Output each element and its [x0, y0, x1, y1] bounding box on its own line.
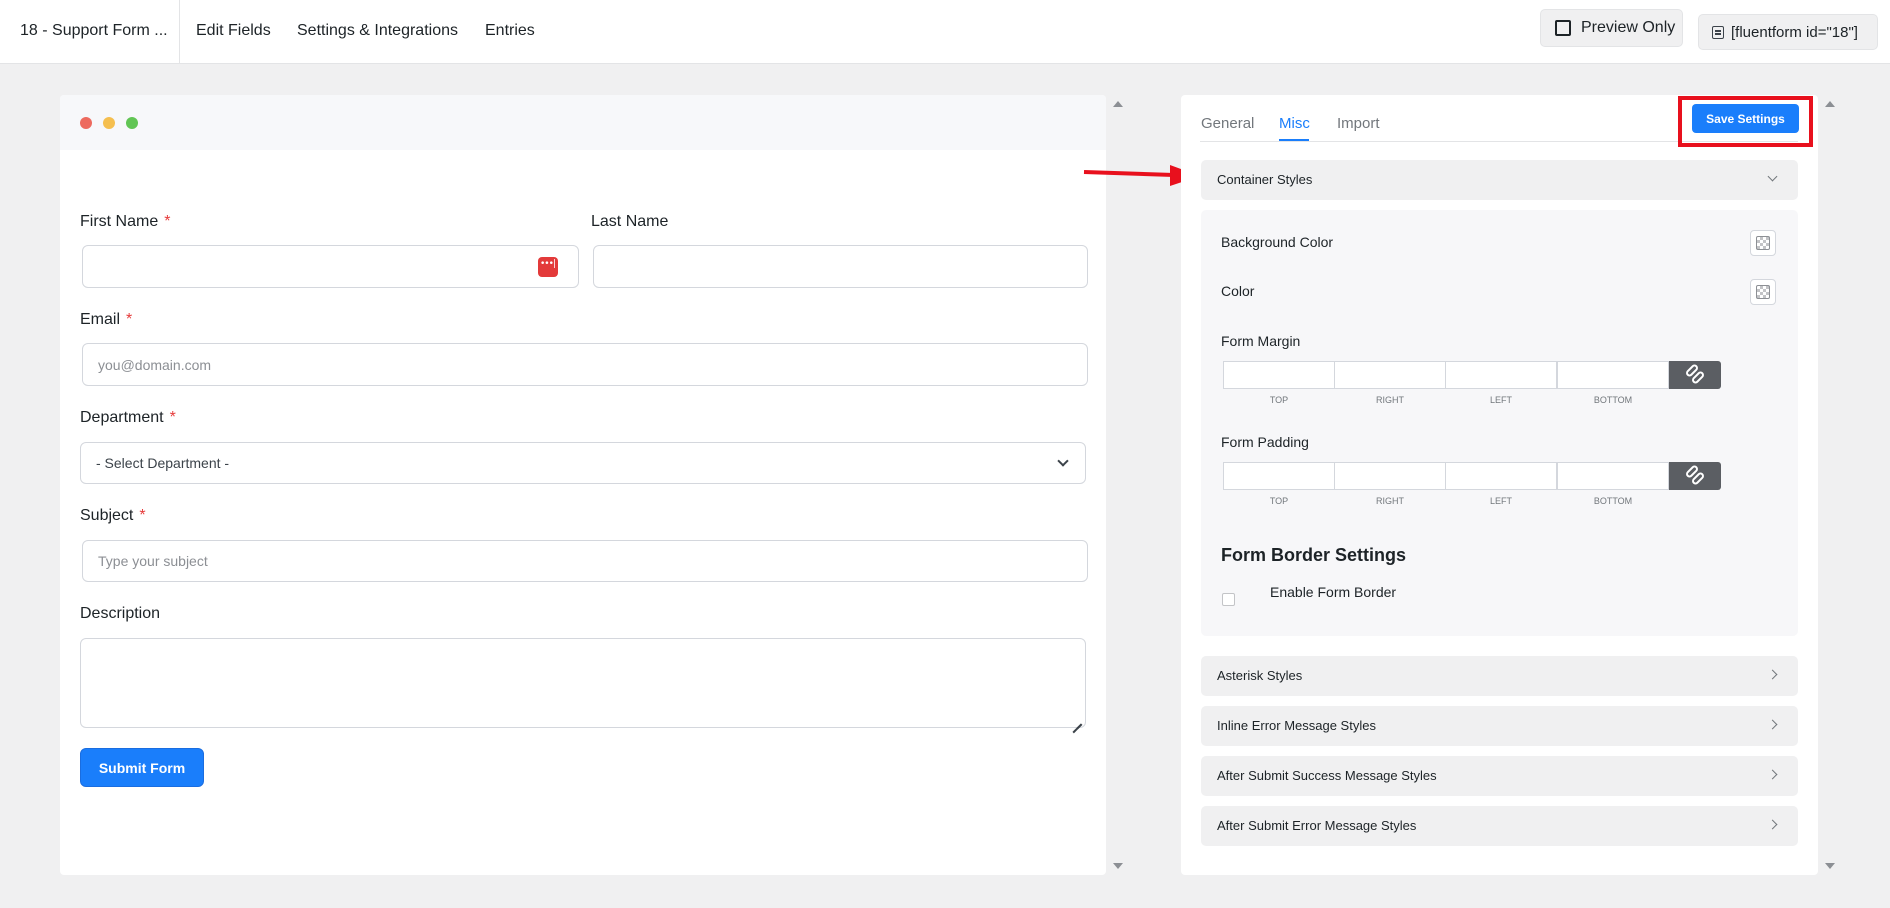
email-placeholder: you@domain.com	[98, 356, 212, 373]
section-title: After Submit Success Message Styles	[1217, 768, 1437, 783]
email-input[interactable]: you@domain.com	[82, 343, 1088, 386]
last-name-input[interactable]	[593, 245, 1088, 288]
section-container-styles[interactable]: Container Styles	[1201, 160, 1798, 200]
form-padding-controls: TOP RIGHT LEFT BOTTOM	[1223, 462, 1721, 506]
window-dot-yellow	[103, 117, 115, 129]
department-select[interactable]: - Select Department -	[80, 442, 1086, 484]
description-textarea[interactable]	[80, 638, 1086, 728]
nav-entries[interactable]: Entries	[485, 22, 535, 40]
section-asterisk-styles[interactable]: Asterisk Styles	[1201, 656, 1798, 696]
form-margin-controls: TOP RIGHT LEFT BOTTOM	[1223, 361, 1721, 405]
preview-scrollbar[interactable]	[1110, 95, 1126, 875]
tab-general[interactable]: General	[1201, 115, 1254, 132]
padding-left-input[interactable]	[1445, 462, 1557, 490]
first-name-input[interactable]: •••|	[82, 245, 579, 288]
scroll-down-icon[interactable]	[1825, 863, 1835, 869]
scroll-up-icon[interactable]	[1825, 101, 1835, 107]
section-title: Container Styles	[1217, 172, 1313, 187]
container-styles-body	[1201, 210, 1798, 636]
tab-misc[interactable]: Misc	[1279, 115, 1310, 132]
color-swatch-icon	[1756, 236, 1770, 250]
form-preview-panel	[60, 95, 1106, 875]
first-name-label: First Name *	[80, 213, 171, 230]
caption-left: LEFT	[1489, 496, 1512, 506]
tab-import[interactable]: Import	[1337, 115, 1380, 132]
chevron-right-icon	[1767, 769, 1778, 780]
section-after-submit-success-message-styles[interactable]: After Submit Success Message Styles	[1201, 756, 1798, 796]
section-title: Asterisk Styles	[1217, 668, 1303, 683]
description-label: Description	[80, 605, 161, 622]
email-label: Email *	[80, 311, 133, 328]
caption-bottom: BOTTOM	[1593, 496, 1633, 506]
caption-right: RIGHT	[1376, 496, 1404, 506]
background-color-picker[interactable]	[1750, 230, 1776, 256]
preview-window-header	[60, 95, 1106, 150]
caption-top: TOP	[1269, 395, 1289, 405]
caption-bottom: BOTTOM	[1593, 395, 1633, 405]
unlink-values-button[interactable]	[1669, 462, 1721, 490]
department-selected-value: - Select Department -	[96, 455, 230, 471]
top-bar: 18 - Support Form ... Edit Fields Settin…	[0, 0, 1890, 64]
form-title[interactable]: 18 - Support Form ...	[20, 22, 168, 40]
resize-handle-icon[interactable]	[1072, 714, 1082, 724]
chevron-right-icon	[1767, 669, 1778, 680]
subject-placeholder: Type your subject	[98, 553, 208, 569]
caption-top: TOP	[1269, 496, 1289, 506]
settings-scrollbar[interactable]	[1822, 95, 1838, 875]
checkbox-icon	[1555, 20, 1571, 36]
margin-left-input[interactable]	[1445, 361, 1557, 389]
nav-settings-integrations[interactable]: Settings & Integrations	[297, 22, 458, 40]
window-dot-green	[126, 117, 138, 129]
color-picker[interactable]	[1750, 279, 1776, 305]
password-manager-icon[interactable]: •••|	[538, 257, 558, 277]
subject-label: Subject *	[80, 507, 146, 524]
caption-right: RIGHT	[1376, 395, 1404, 405]
department-label: Department *	[80, 409, 176, 426]
margin-right-input[interactable]	[1334, 361, 1446, 389]
margin-bottom-input[interactable]	[1557, 361, 1669, 389]
nav-edit-fields[interactable]: Edit Fields	[196, 22, 271, 40]
padding-right-input[interactable]	[1334, 462, 1446, 490]
preview-only-label: Preview Only	[1581, 19, 1676, 36]
padding-bottom-input[interactable]	[1557, 462, 1669, 490]
shortcode-label: [fluentform id="18"]	[1731, 24, 1858, 41]
chevron-down-icon	[1767, 171, 1778, 182]
unlink-values-button[interactable]	[1669, 361, 1721, 389]
caption-left: LEFT	[1489, 395, 1512, 405]
enable-form-border-checkbox[interactable]	[1222, 593, 1235, 606]
shortcode-button[interactable]: [fluentform id="18"]	[1698, 14, 1878, 50]
last-name-label: Last Name	[591, 213, 669, 230]
chevron-right-icon	[1767, 719, 1778, 730]
background-color-label: Background Color	[1221, 234, 1334, 250]
chevron-down-icon	[1057, 455, 1069, 467]
divider	[179, 0, 180, 64]
scroll-down-icon[interactable]	[1113, 863, 1123, 869]
chevron-right-icon	[1767, 819, 1778, 830]
section-after-submit-error-message-styles[interactable]: After Submit Error Message Styles	[1201, 806, 1798, 846]
form-border-settings-title: Form Border Settings	[1221, 545, 1407, 565]
subject-input[interactable]: Type your subject	[82, 540, 1088, 582]
enable-form-border-label[interactable]: Enable Form Border	[1270, 584, 1396, 600]
form-margin-label: Form Margin	[1221, 333, 1301, 349]
save-settings-button[interactable]: Save Settings	[1692, 104, 1799, 133]
color-swatch-icon	[1756, 285, 1770, 299]
active-tab-indicator	[1279, 139, 1309, 141]
section-title: Inline Error Message Styles	[1217, 718, 1376, 733]
scroll-up-icon[interactable]	[1113, 101, 1123, 107]
copy-icon	[1712, 26, 1724, 39]
color-label: Color	[1221, 283, 1255, 299]
preview-only-button[interactable]: Preview Only	[1540, 9, 1683, 47]
form-padding-label: Form Padding	[1221, 434, 1309, 450]
submit-form-button[interactable]: Submit Form	[80, 748, 204, 787]
section-inline-error-message-styles[interactable]: Inline Error Message Styles	[1201, 706, 1798, 746]
section-title: After Submit Error Message Styles	[1217, 818, 1417, 833]
margin-top-input[interactable]	[1223, 361, 1335, 389]
window-dot-red	[80, 117, 92, 129]
padding-top-input[interactable]	[1223, 462, 1335, 490]
